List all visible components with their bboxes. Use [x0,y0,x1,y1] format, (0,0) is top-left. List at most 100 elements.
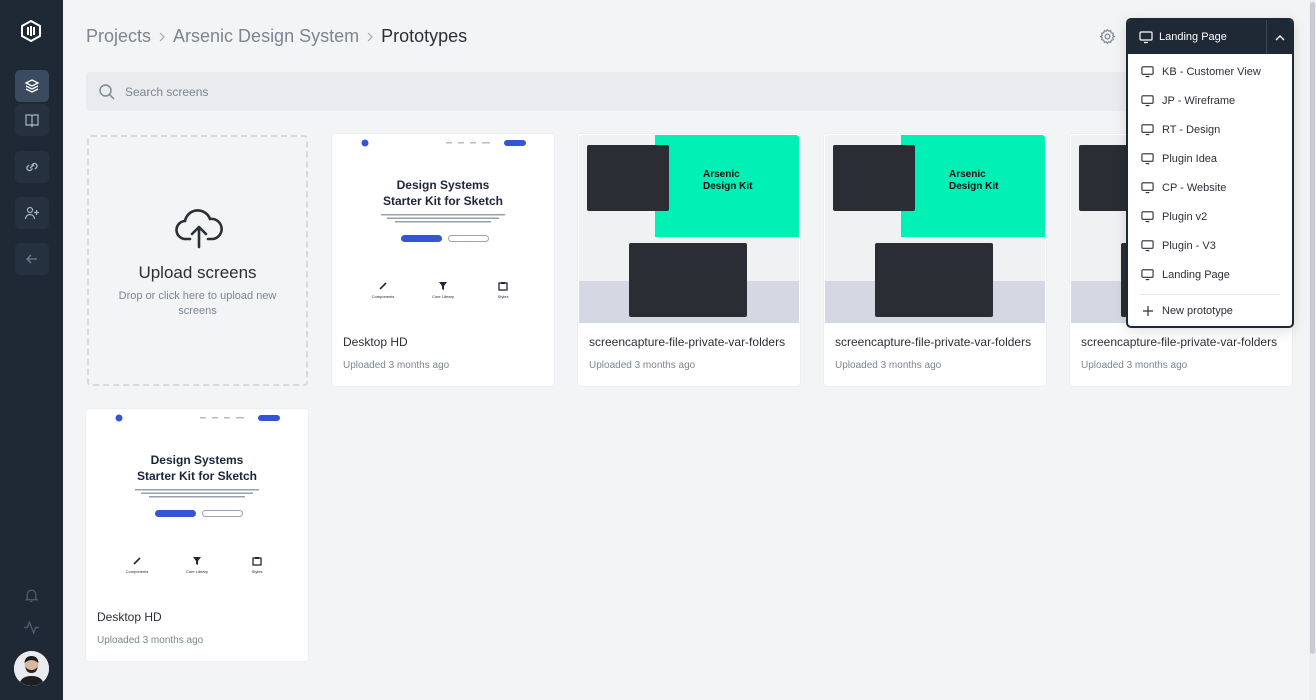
activity-icon[interactable] [23,619,40,636]
bell-icon[interactable] [23,587,40,604]
dropdown-divider [1140,294,1280,295]
thumbnail-heading: Design Systems Starter Kit for Sketch [382,178,504,208]
thumbnail-feature: Styles [473,281,533,299]
chevron-up-icon[interactable] [1266,20,1292,54]
thumbnail-feature: Components [353,281,413,299]
thumbnail-navbar [115,414,280,422]
app-logo-icon[interactable] [20,20,42,42]
dropdown-item-label: RT - Design [1162,123,1221,136]
dropdown-item-label: CP - Website [1162,181,1227,194]
search-bar[interactable] [86,72,1146,111]
screen-upload-date: Uploaded 3 months ago [1081,360,1188,371]
dropdown-item[interactable]: Plugin - V3 [1128,231,1292,260]
thumbnail-primary-button [401,235,442,242]
screen-name: Desktop HD [97,610,162,624]
sidebar [0,0,63,700]
screen-name: Desktop HD [343,335,408,349]
breadcrumb-projects[interactable]: Projects [86,26,151,47]
plus-icon [1143,306,1153,316]
monitor-icon [1141,182,1154,194]
thumbnail-feature: Components [107,556,167,574]
thumbnail-text-lines [135,489,259,498]
screen-card[interactable]: Arsenic Design Kit screencapture-file-pri… [824,134,1046,386]
thumbnail-heading: Design Systems Starter Kit for Sketch [136,453,258,483]
nav-back-button[interactable] [15,243,49,275]
screen-card[interactable]: Arsenic Design Kit screencapture-file-pri… [578,134,800,386]
dropdown-item-label: JP - Wireframe [1162,94,1236,107]
nav-add-user-button[interactable] [15,197,49,229]
thumbnail-feature: Styles [227,556,287,574]
dropdown-item-label: Plugin - V3 [1162,239,1216,252]
screen-thumbnail: Design Systems Starter Kit for Sketch Com… [333,135,553,323]
dropdown-item[interactable]: Landing Page [1128,260,1292,289]
add-user-icon [24,206,39,220]
thumbnail-heading: Arsenic Design Kit [949,169,999,192]
breadcrumb: Projects Arsenic Design System Prototype… [86,26,467,47]
nav-layers-button[interactable] [15,70,49,102]
upload-subtitle: Drop or click here to upload new screens [118,290,277,317]
dropdown-item[interactable]: Plugin Idea [1128,144,1292,173]
screen-thumbnail: Arsenic Design Kit [579,135,799,323]
dropdown-item[interactable]: CP - Website [1128,173,1292,202]
thumbnail-feature: Core Library [413,281,473,299]
screen-name: screencapture-file-private-var-folders [589,335,786,349]
thumbnail-window [833,145,915,211]
breadcrumb-current: Prototypes [381,26,468,46]
thumbnail-window [629,243,747,317]
new-prototype-label: New prototype [1162,305,1233,317]
screen-name: screencapture-file-private-var-folders [1081,335,1278,349]
gear-icon[interactable] [1099,28,1116,45]
screen-thumbnail: Arsenic Design Kit [825,135,1045,323]
screen-card[interactable]: Design Systems Starter Kit for Sketch Com… [332,134,554,386]
chevron-right-icon [359,27,381,47]
avatar[interactable] [14,651,49,686]
screen-card[interactable]: Design Systems Starter Kit for Sketch Com… [86,409,308,661]
prototype-dropdown: Landing Page KB - Customer View JP - Wir… [1126,18,1294,328]
thumbnail-feature: Core Library [167,556,227,574]
upload-dropzone[interactable]: Upload screens Drop or click here to upl… [87,135,308,386]
monitor-icon [1141,240,1154,252]
nav-docs-button[interactable] [15,104,49,136]
prototype-selector[interactable]: Landing Page [1128,20,1292,54]
thumbnail-primary-button [155,510,196,517]
monitor-icon [1141,95,1154,107]
dropdown-item[interactable]: Plugin v2 [1128,202,1292,231]
layers-icon [24,79,40,93]
upload-title: Upload screens [138,263,257,282]
search-input[interactable] [125,84,425,99]
thumbnail-navbar [361,139,526,147]
dropdown-item[interactable]: JP - Wireframe [1128,86,1292,115]
dropdown-item-label: Plugin v2 [1162,210,1208,223]
link-icon [26,162,38,172]
breadcrumb-project[interactable]: Arsenic Design System [173,26,359,47]
monitor-icon [1141,124,1154,136]
thumbnail-window [875,243,993,317]
screen-upload-date: Uploaded 3 months ago [343,360,450,371]
monitor-icon [1141,211,1154,223]
screen-thumbnail: Design Systems Starter Kit for Sketch Com… [87,410,307,598]
nav-link-button[interactable] [15,151,49,183]
thumbnail-secondary-button [448,235,489,242]
thumbnail-text-lines [381,214,505,223]
scrollbar-thumb[interactable] [1310,2,1315,654]
monitor-icon [1141,66,1154,78]
dropdown-item-label: Plugin Idea [1162,152,1218,165]
dropdown-item-label: Landing Page [1162,268,1230,281]
cloud-upload-icon [175,209,223,249]
chevron-right-icon [151,27,173,47]
arrow-left-icon [26,254,37,264]
dropdown-item[interactable]: RT - Design [1128,115,1292,144]
monitor-icon [1139,31,1153,44]
monitor-icon [1141,153,1154,165]
screen-upload-date: Uploaded 3 months ago [835,360,942,371]
screen-upload-date: Uploaded 3 months ago [97,635,204,646]
new-prototype-button[interactable]: New prototype [1128,299,1292,323]
screen-upload-date: Uploaded 3 months ago [589,360,696,371]
thumbnail-secondary-button [202,510,243,517]
dropdown-item[interactable]: KB - Customer View [1128,57,1292,86]
thumbnail-heading: Arsenic Design Kit [703,169,753,192]
search-icon [99,83,115,99]
dropdown-item-label: KB - Customer View [1162,65,1261,78]
selected-prototype: Landing Page [1159,31,1227,43]
book-icon [25,114,39,128]
